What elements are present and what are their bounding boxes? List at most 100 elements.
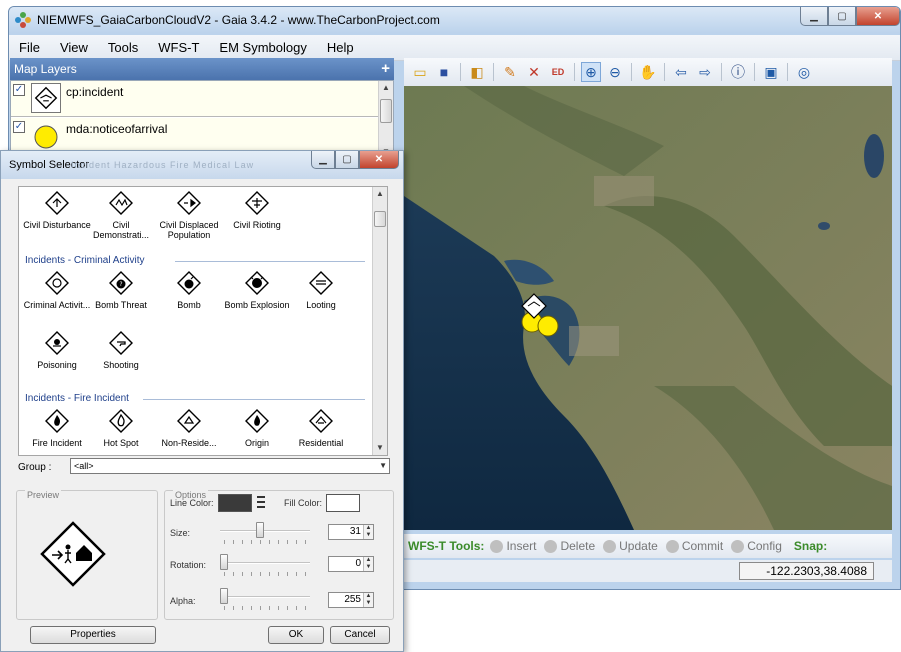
- symbol-criminal-activity[interactable]: Criminal Activit...: [23, 271, 91, 310]
- symbol-civil-disturbance[interactable]: Civil Disturbance: [23, 191, 91, 230]
- alpha-slider-track[interactable]: [220, 596, 310, 598]
- symbol-hot-spot[interactable]: Hot Spot: [87, 409, 155, 448]
- insert-icon: [490, 539, 504, 553]
- category-fire-incident: Incidents - Fire Incident: [25, 393, 129, 404]
- symbol-grid-scrollbar[interactable]: ▲ ▼: [372, 187, 387, 455]
- pan-hand-icon[interactable]: ✋: [638, 62, 658, 82]
- menu-tools[interactable]: Tools: [98, 40, 148, 55]
- rotation-slider-thumb[interactable]: [220, 554, 228, 570]
- info-icon[interactable]: ⓘ: [728, 62, 748, 82]
- zoom-out-icon[interactable]: ⊖: [605, 62, 625, 82]
- save-icon[interactable]: ■: [434, 62, 454, 82]
- ok-button[interactable]: OK: [268, 626, 324, 644]
- symbol-bomb-explosion[interactable]: Bomb Explosion: [223, 271, 291, 310]
- add-layer-icon[interactable]: +: [381, 60, 390, 77]
- dialog-close-button[interactable]: ✕: [359, 151, 399, 169]
- forward-arrow-icon[interactable]: ⇨: [695, 62, 715, 82]
- wfs-t-toolbar: WFS-T Tools: Insert Delete Update Commit…: [404, 534, 892, 558]
- close-button[interactable]: ✕: [856, 7, 900, 26]
- fill-color-swatch[interactable]: [326, 494, 360, 512]
- symbol-label: Poisoning: [37, 360, 77, 370]
- line-style-icon[interactable]: [257, 496, 265, 510]
- minimize-button[interactable]: ▁: [800, 7, 828, 26]
- symbol-bomb-threat[interactable]: ? Bomb Threat: [87, 271, 155, 310]
- symbol-label: Civil Disturbance: [23, 220, 91, 230]
- scroll-thumb[interactable]: [374, 211, 386, 227]
- symbol-non-residential[interactable]: Non-Reside...: [155, 409, 223, 448]
- scroll-up-icon[interactable]: ▲: [379, 81, 393, 95]
- cancel-button[interactable]: Cancel: [330, 626, 390, 644]
- size-spinner[interactable]: 31 ▲ ▼: [328, 524, 374, 540]
- back-arrow-icon[interactable]: ⇦: [671, 62, 691, 82]
- window-title: NIEMWFS_GaiaCarbonCloudV2 - Gaia 3.4.2 -…: [37, 13, 440, 27]
- size-slider-track[interactable]: [220, 530, 310, 532]
- chart-icon[interactable]: ✕: [524, 62, 544, 82]
- toolbar-separator: [787, 63, 788, 81]
- spinner-arrows-icon[interactable]: ▲ ▼: [363, 525, 373, 539]
- map-view[interactable]: [404, 86, 892, 530]
- menu-view[interactable]: View: [50, 40, 98, 55]
- commit-button[interactable]: Commit: [665, 539, 723, 553]
- map-layers-header: Map Layers +: [10, 58, 394, 80]
- fire-incident-icon: [45, 409, 69, 433]
- title-bar[interactable]: NIEMWFS_GaiaCarbonCloudV2 - Gaia 3.4.2 -…: [9, 7, 900, 33]
- symbol-fire-incident[interactable]: Fire Incident: [23, 409, 91, 448]
- hot-spot-icon: [109, 409, 133, 433]
- layer-visibility-checkbox[interactable]: ✓: [13, 84, 25, 96]
- bomb-icon: [177, 271, 201, 295]
- menu-em-symbology[interactable]: EM Symbology: [209, 40, 316, 55]
- size-slider-thumb[interactable]: [256, 522, 264, 538]
- menu-help[interactable]: Help: [317, 40, 364, 55]
- dialog-title-bar[interactable]: Symbol Selector Incident Hazardous Fire …: [1, 151, 403, 179]
- layer-row[interactable]: ✓ mda:noticeofarrival: [11, 118, 379, 154]
- alpha-spinner[interactable]: 255 ▲ ▼: [328, 592, 374, 608]
- symbol-origin[interactable]: Origin: [223, 409, 291, 448]
- edit-icon[interactable]: ✎: [500, 62, 520, 82]
- edit-label-icon[interactable]: ED: [548, 62, 568, 82]
- layers-scrollbar[interactable]: ▲ ▼: [378, 81, 393, 159]
- non-residential-icon: [177, 409, 201, 433]
- properties-icon[interactable]: ◧: [467, 62, 487, 82]
- chevron-down-icon[interactable]: ▼: [379, 459, 387, 473]
- spinner-arrows-icon[interactable]: ▲ ▼: [363, 593, 373, 607]
- layer-row[interactable]: ✓ cp:incident: [11, 81, 379, 117]
- symbol-poisoning[interactable]: Poisoning: [23, 331, 91, 370]
- maximize-button[interactable]: ▢: [828, 7, 856, 26]
- toolbar-separator: [721, 63, 722, 81]
- scroll-down-icon[interactable]: ▼: [373, 441, 387, 455]
- symbol-looting[interactable]: Looting: [287, 271, 355, 310]
- symbol-shooting[interactable]: Shooting: [87, 331, 155, 370]
- scroll-up-icon[interactable]: ▲: [373, 187, 387, 201]
- satellite-map-image: [404, 86, 892, 530]
- rotation-label: Rotation:: [170, 560, 207, 570]
- refresh-icon[interactable]: ◎: [794, 62, 814, 82]
- insert-button[interactable]: Insert: [490, 539, 536, 553]
- properties-button[interactable]: Properties: [30, 626, 156, 644]
- line-color-swatch[interactable]: [218, 494, 252, 512]
- rotation-spinner[interactable]: 0 ▲ ▼: [328, 556, 374, 572]
- dialog-minimize-button[interactable]: ▁: [311, 151, 335, 169]
- scroll-thumb[interactable]: [380, 99, 392, 123]
- symbol-civil-demonstration[interactable]: Civil Demonstrati...: [87, 191, 155, 240]
- spinner-arrows-icon[interactable]: ▲ ▼: [363, 557, 373, 571]
- symbol-label: Criminal Activit...: [23, 300, 91, 310]
- symbol-civil-displaced-population[interactable]: Civil Displaced Population: [155, 191, 223, 240]
- menu-wfs-t[interactable]: WFS-T: [148, 40, 209, 55]
- group-dropdown[interactable]: <all> ▼: [70, 458, 390, 474]
- open-folder-icon[interactable]: ▭: [410, 62, 430, 82]
- symbol-civil-rioting[interactable]: Civil Rioting: [223, 191, 291, 230]
- symbol-residential[interactable]: Residential: [287, 409, 355, 448]
- rotation-slider-track[interactable]: [220, 562, 310, 564]
- symbol-bomb[interactable]: Bomb: [155, 271, 223, 310]
- size-slider-ticks: [224, 540, 306, 544]
- config-button[interactable]: Config: [731, 539, 782, 553]
- zoom-in-icon[interactable]: ⊕: [581, 62, 601, 82]
- toolbar-separator: [460, 63, 461, 81]
- full-extent-icon[interactable]: ▣: [761, 62, 781, 82]
- dialog-maximize-button[interactable]: ▢: [335, 151, 359, 169]
- layer-visibility-checkbox[interactable]: ✓: [13, 121, 25, 133]
- alpha-slider-thumb[interactable]: [220, 588, 228, 604]
- menu-file[interactable]: File: [9, 40, 50, 55]
- update-button[interactable]: Update: [603, 539, 658, 553]
- delete-button[interactable]: Delete: [544, 539, 595, 553]
